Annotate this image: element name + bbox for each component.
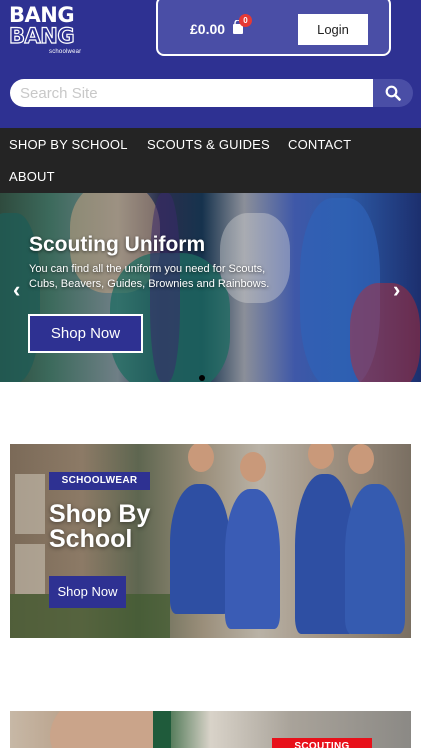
logo-line-2: BANG <box>8 24 75 48</box>
account-panel: £0.00 0 Login <box>156 0 391 56</box>
search-icon <box>385 85 401 101</box>
promo-photo-shape <box>225 489 280 629</box>
promo-photo-shape <box>188 444 214 472</box>
hero-carousel: Scouting Uniform You can find all the un… <box>0 193 421 382</box>
promo-scouting[interactable]: SCOUTING <box>10 711 411 748</box>
cart-total[interactable]: £0.00 <box>190 21 225 37</box>
promo-photo-shape <box>240 452 266 482</box>
promo-category-tag: SCHOOLWEAR <box>49 472 150 490</box>
site-logo[interactable]: BANG BANG schoolwear <box>8 3 89 57</box>
nav-item-scouts-guides[interactable]: SCOUTS & GUIDES <box>147 137 270 152</box>
promo-photo-shape <box>348 444 374 474</box>
hero-title: Scouting Uniform <box>29 233 206 256</box>
hero-photo-shape <box>350 283 420 382</box>
login-button[interactable]: Login <box>298 14 368 45</box>
promo-photo-shape <box>345 484 405 634</box>
cart-count-badge: 0 <box>239 14 252 27</box>
search-button[interactable] <box>373 79 413 107</box>
search-input[interactable] <box>10 79 374 107</box>
promo-photo-shape <box>15 544 45 594</box>
promo-shop-by-school[interactable]: SCHOOLWEAR Shop By School Shop Now <box>10 444 411 638</box>
logo-tagline: schoolwear <box>49 49 82 55</box>
promo-photo-shape <box>308 444 334 469</box>
promo-photo-shape <box>153 711 171 748</box>
nav-item-contact[interactable]: CONTACT <box>288 137 351 152</box>
main-nav: SHOP BY SCHOOL SCOUTS & GUIDES CONTACT A… <box>0 128 421 193</box>
promo-photo-shape <box>15 474 45 534</box>
site-header: BANG BANG schoolwear £0.00 0 Login <box>0 0 421 128</box>
hero-shop-now-button[interactable]: Shop Now <box>28 314 143 353</box>
carousel-next-icon[interactable]: › <box>393 277 400 303</box>
promo-shop-now-button[interactable]: Shop Now <box>49 576 126 608</box>
carousel-dot-active[interactable] <box>199 375 205 381</box>
carousel-prev-icon[interactable]: ‹ <box>13 277 20 303</box>
promo-photo-shape <box>50 711 170 748</box>
logo-line-1: BANG <box>9 3 75 27</box>
search-bar <box>10 79 413 107</box>
hero-description: You can find all the uniform you need fo… <box>29 263 270 290</box>
promo-title: Shop By School <box>49 500 151 553</box>
carousel-dots <box>199 368 205 382</box>
promo-category-tag: SCOUTING <box>272 738 372 748</box>
nav-item-shop-by-school[interactable]: SHOP BY SCHOOL <box>9 137 128 152</box>
nav-item-about[interactable]: ABOUT <box>9 169 55 184</box>
